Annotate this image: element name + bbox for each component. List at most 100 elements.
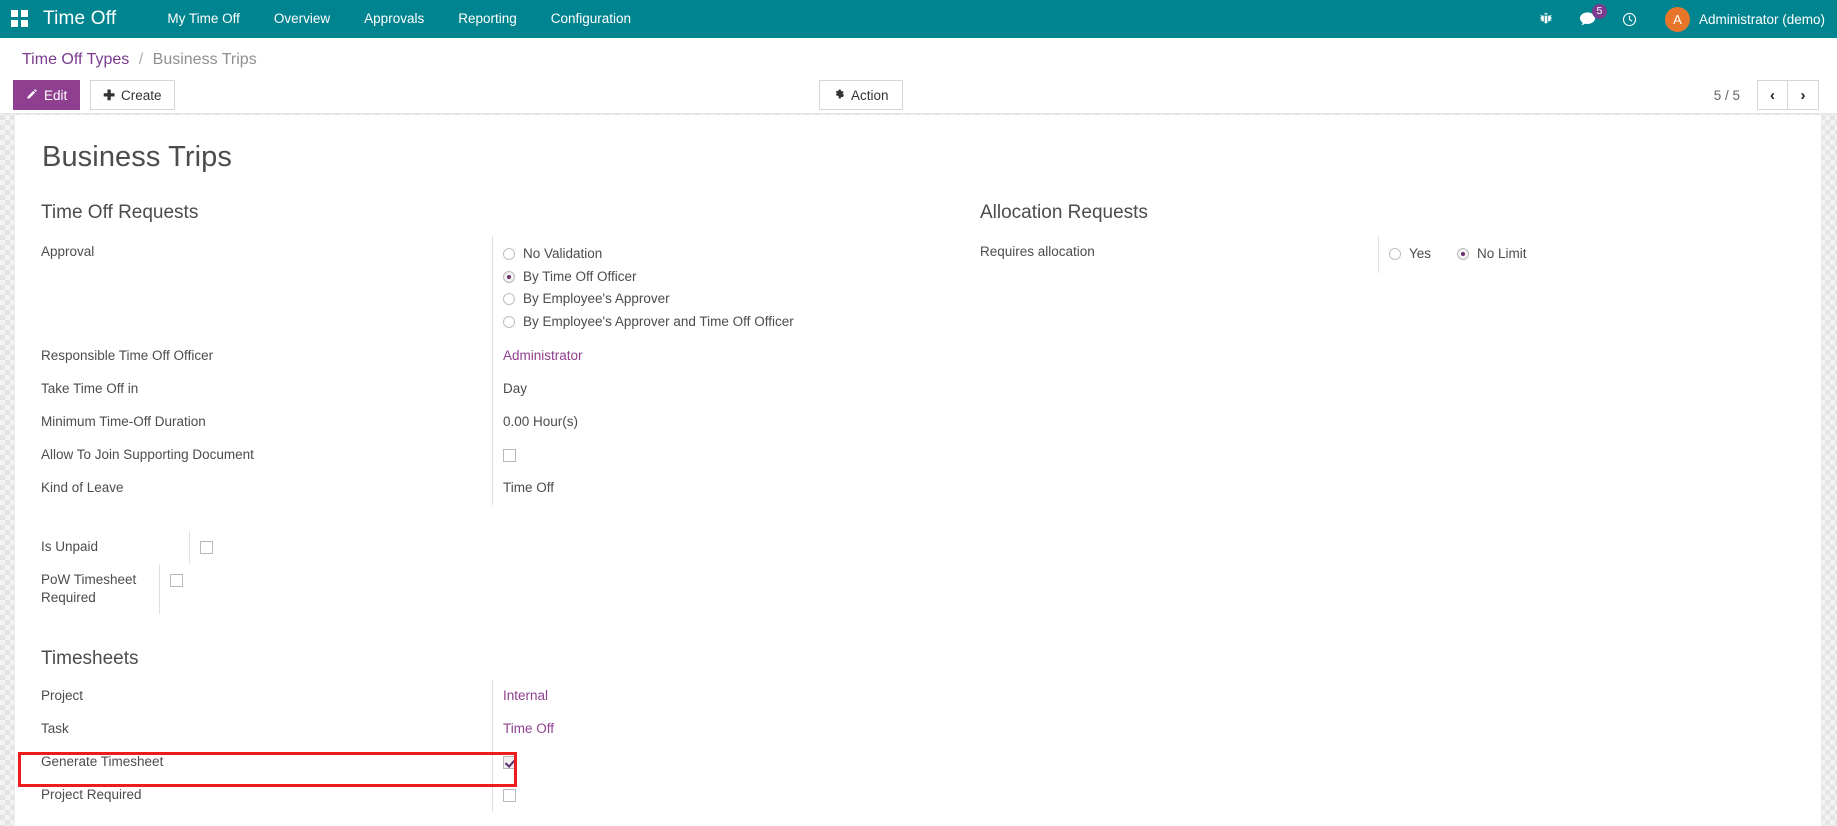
checkbox-is-unpaid[interactable] bbox=[200, 540, 213, 554]
menu-item-overview[interactable]: Overview bbox=[257, 0, 347, 38]
checkbox-generate-timesheet[interactable] bbox=[503, 755, 516, 769]
field-value-allow-to-join-supporting-document bbox=[492, 439, 888, 472]
task-link[interactable]: Time Off bbox=[503, 721, 554, 736]
breadcrumb-parent-link[interactable]: Time Off Types bbox=[22, 51, 129, 68]
field-value-approval: No Validation By Time Off Officer By Emp… bbox=[492, 236, 888, 340]
field-label-approval: Approval bbox=[41, 244, 95, 259]
menu-item-reporting[interactable]: Reporting bbox=[441, 0, 534, 38]
field-value-responsible-time-off-officer: Administrator bbox=[492, 340, 888, 373]
radio-label: By Employee's Approver bbox=[523, 291, 670, 307]
pager: 5 / 5 ‹ › bbox=[1714, 80, 1819, 110]
create-button[interactable]: ✚ Create bbox=[90, 80, 175, 110]
field-label-task: Task bbox=[41, 721, 69, 736]
chevron-right-icon: › bbox=[1800, 86, 1806, 104]
column-allocation-requests: Allocation Requests Requires allocation … bbox=[918, 202, 1797, 812]
radio-approval-by-time-off-officer[interactable]: By Time Off Officer bbox=[503, 266, 888, 289]
radio-approval-no-validation[interactable]: No Validation bbox=[503, 243, 888, 266]
chevron-left-icon: ‹ bbox=[1770, 86, 1775, 104]
pencil-icon bbox=[26, 88, 38, 103]
group-title-time-off-requests: Time Off Requests bbox=[41, 202, 199, 223]
field-row-task: Task Time Off bbox=[39, 713, 888, 746]
radio-approval-by-employees-approver[interactable]: By Employee's Approver bbox=[503, 288, 888, 311]
field-row-generate-timesheet: Generate Timesheet bbox=[39, 746, 888, 779]
app-shell: Time Off My Time Off Overview Approvals … bbox=[0, 0, 1837, 826]
app-brand-title[interactable]: Time Off bbox=[43, 8, 116, 30]
apps-grid-icon[interactable] bbox=[11, 10, 29, 28]
field-label-minimum-time-off-duration: Minimum Time-Off Duration bbox=[41, 414, 206, 429]
field-row-project: Project Internal bbox=[39, 680, 888, 713]
column-time-off-requests: Time Off Requests Approval No Validation bbox=[39, 202, 918, 812]
field-label-project-required: Project Required bbox=[41, 787, 142, 802]
radio-requires-allocation-no-limit[interactable]: No Limit bbox=[1457, 243, 1527, 266]
group-extra-options: Is Unpaid PoW Timesheet Required bbox=[39, 531, 888, 614]
field-value-requires-allocation: Yes No Limit bbox=[1378, 236, 1797, 273]
radio-label: No Validation bbox=[523, 246, 603, 262]
breadcrumb-current: Business Trips bbox=[152, 51, 257, 68]
responsible-officer-link[interactable]: Administrator bbox=[503, 348, 583, 363]
field-label-is-unpaid: Is Unpaid bbox=[41, 539, 99, 554]
field-label-generate-timesheet: Generate Timesheet bbox=[41, 754, 164, 769]
pager-previous-button[interactable]: ‹ bbox=[1757, 80, 1788, 110]
bug-icon[interactable] bbox=[1536, 9, 1556, 29]
field-value-pow-timesheet-required bbox=[159, 564, 459, 614]
checkbox-allow-to-join-supporting-document[interactable] bbox=[503, 448, 516, 462]
field-value-kind-of-leave: Time Off bbox=[492, 472, 888, 505]
page-title: Business Trips bbox=[42, 141, 232, 173]
form-columns: Time Off Requests Approval No Validation bbox=[39, 202, 1797, 812]
field-row-approval: Approval No Validation By Time Off Offic… bbox=[39, 236, 888, 340]
menu-item-configuration[interactable]: Configuration bbox=[534, 0, 648, 38]
field-value-task: Time Off bbox=[492, 713, 888, 746]
radio-icon[interactable] bbox=[1389, 248, 1401, 261]
menu-item-my-time-off[interactable]: My Time Off bbox=[150, 0, 257, 38]
gear-icon bbox=[833, 88, 845, 103]
control-panel-buttons: Edit ✚ Create bbox=[13, 80, 175, 110]
field-row-project-required: Project Required bbox=[39, 779, 888, 812]
field-value-is-unpaid bbox=[189, 531, 489, 564]
menu-item-approvals[interactable]: Approvals bbox=[347, 0, 441, 38]
field-value-project: Internal bbox=[492, 680, 888, 713]
radio-icon[interactable] bbox=[503, 248, 515, 261]
chat-icon[interactable]: 5 bbox=[1578, 4, 1607, 29]
field-label-allow-to-join-supporting-document: Allow To Join Supporting Document bbox=[41, 447, 254, 462]
avatar: A bbox=[1664, 6, 1690, 32]
requires-allocation-radio-group: Yes No Limit bbox=[1389, 243, 1797, 266]
field-label-project: Project bbox=[41, 688, 84, 703]
radio-icon-selected[interactable] bbox=[1457, 248, 1470, 261]
checkbox-pow-timesheet-required[interactable] bbox=[170, 573, 183, 587]
field-value-minimum-time-off-duration: 0.00 Hour(s) bbox=[492, 406, 888, 439]
clock-icon[interactable] bbox=[1620, 9, 1640, 29]
pager-count: 5 / 5 bbox=[1713, 87, 1740, 103]
radio-label: Yes bbox=[1409, 246, 1432, 262]
user-menu[interactable]: A Administrator (demo) bbox=[1664, 6, 1825, 32]
action-button[interactable]: Action bbox=[819, 80, 903, 110]
field-value-generate-timesheet bbox=[492, 746, 888, 779]
action-button-label: Action bbox=[851, 87, 889, 103]
breadcrumb-separator: / bbox=[138, 51, 144, 68]
radio-requires-allocation-yes[interactable]: Yes bbox=[1389, 243, 1431, 266]
radio-icon-selected[interactable] bbox=[503, 270, 515, 283]
project-link[interactable]: Internal bbox=[503, 688, 548, 703]
field-row-is-unpaid: Is Unpaid bbox=[39, 531, 888, 564]
field-row-responsible-time-off-officer: Responsible Time Off Officer Administrat… bbox=[39, 340, 888, 373]
radio-label: By Time Off Officer bbox=[523, 268, 637, 284]
navbar-right-tools: 5 A Administrator (demo) bbox=[1525, 0, 1837, 38]
group-timesheets: Timesheets Project Internal Task Time Of… bbox=[39, 648, 888, 812]
field-row-take-time-off-in: Take Time Off in Day bbox=[39, 373, 888, 406]
group-title-allocation-requests: Allocation Requests bbox=[980, 202, 1148, 223]
edit-button[interactable]: Edit bbox=[13, 80, 81, 110]
field-value-project-required bbox=[492, 779, 888, 812]
plus-icon: ✚ bbox=[103, 86, 115, 103]
field-label-responsible-time-off-officer: Responsible Time Off Officer bbox=[41, 348, 214, 363]
main-menu: My Time Off Overview Approvals Reporting… bbox=[150, 0, 648, 38]
top-navbar: Time Off My Time Off Overview Approvals … bbox=[0, 0, 1837, 38]
field-row-minimum-time-off-duration: Minimum Time-Off Duration 0.00 Hour(s) bbox=[39, 406, 888, 439]
edit-button-label: Edit bbox=[44, 87, 68, 103]
pager-next-button[interactable]: › bbox=[1788, 80, 1819, 110]
field-label-take-time-off-in: Take Time Off in bbox=[41, 381, 139, 396]
radio-approval-by-employees-approver-and-officer[interactable]: By Employee's Approver and Time Off Offi… bbox=[503, 311, 888, 334]
radio-icon[interactable] bbox=[503, 315, 515, 328]
radio-icon[interactable] bbox=[503, 293, 515, 306]
checkbox-project-required[interactable] bbox=[503, 788, 516, 802]
create-button-label: Create bbox=[121, 87, 162, 103]
user-name-label: Administrator (demo) bbox=[1698, 11, 1825, 27]
